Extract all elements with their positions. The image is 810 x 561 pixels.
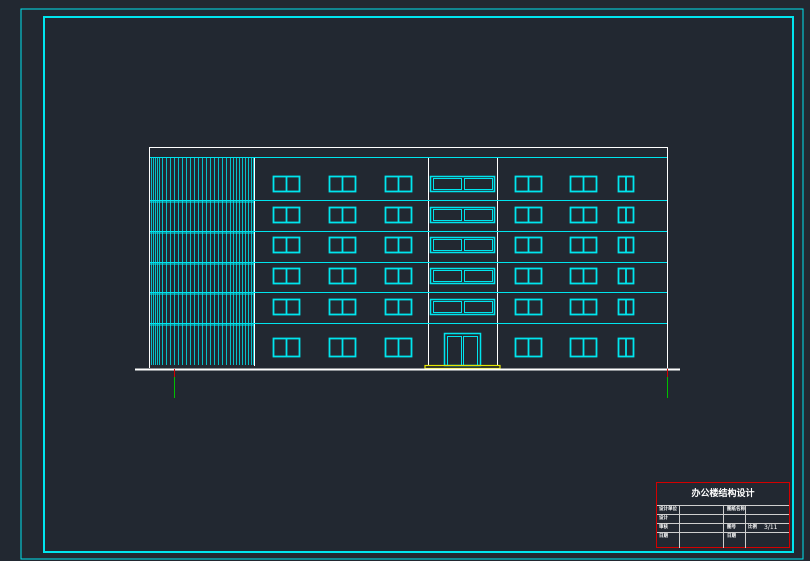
stair-window-pane (464, 301, 493, 313)
stair-window-pane (433, 301, 462, 313)
windows (272, 175, 635, 358)
label-date-2: 日期 (727, 534, 736, 539)
main-entrance-door (443, 332, 482, 367)
cad-drawing-viewport[interactable]: 办公楼结构设计 设计单位 图纸名称 设计 审核 图号 比例 3/11 日期 日期 (0, 0, 810, 561)
stair-window-pane (464, 209, 493, 221)
parapet-line (149, 147, 668, 158)
label-drawing-name: 图纸名称 (727, 507, 745, 512)
entrance-step (424, 364, 501, 370)
building-elevation (135, 147, 680, 398)
stair-window-pane (433, 270, 462, 282)
label-date: 日期 (659, 534, 668, 539)
label-reviewer: 审核 (659, 525, 668, 530)
drawing-title: 办公楼结构设计 (657, 483, 789, 506)
stair-window-pane (464, 270, 493, 282)
door-leaf-right (463, 336, 478, 366)
label-scale: 比例 (748, 525, 757, 530)
stair-window-pane (433, 239, 462, 251)
label-designer: 设计 (659, 516, 668, 521)
stair-window-pane (433, 178, 462, 190)
label-design-unit: 设计单位 (659, 507, 677, 512)
stair-window-pane (464, 178, 493, 190)
inner-frame (43, 16, 794, 553)
stair-window-pane (464, 239, 493, 251)
door-frame (443, 332, 482, 367)
glass-curtain-wall (150, 158, 254, 365)
door-leaf-left (447, 336, 462, 366)
elevation-drawing (20, 8, 804, 560)
sheet-number: 3/11 (764, 524, 778, 531)
label-drawing-no: 图号 (727, 525, 736, 530)
stair-window-pane (433, 209, 462, 221)
title-block: 办公楼结构设计 设计单位 图纸名称 设计 审核 图号 比例 3/11 日期 日期 (656, 482, 790, 548)
